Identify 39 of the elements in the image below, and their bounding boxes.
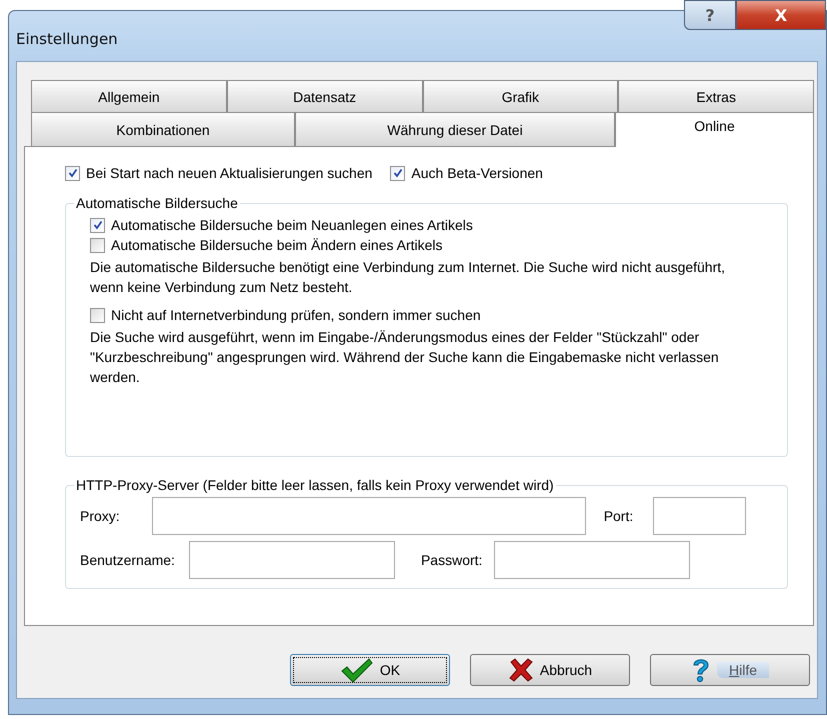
info-text: Die Suche wird ausgeführt, wenn im Eingabe-/Änderungsmodus eines der Felder "Stückzahl" oder "Kurzbeschreibung" angesprungen wird. Während der Suche kann die Eingabemaske nicht verlassen werden. xyxy=(90,328,720,387)
tab[interactable]: Grafik xyxy=(422,80,618,113)
checkbox[interactable]: Automatische Bildersuche beim Neuanlegen eines Artikels xyxy=(90,217,777,233)
help-button[interactable]: Hilfe xyxy=(650,654,810,686)
input-field[interactable] xyxy=(653,497,746,535)
checkbox-label: Automatische Bildersuche beim Neuanlegen eines Artikels xyxy=(111,217,473,233)
field-label: Port: xyxy=(604,508,634,524)
window-title: Einstellungen xyxy=(16,30,118,48)
input-field[interactable] xyxy=(152,497,586,535)
checkbox-box[interactable] xyxy=(90,238,105,252)
tab[interactable]: Kombinationen xyxy=(31,112,295,146)
question-mark-icon xyxy=(691,657,711,683)
field-label: Proxy: xyxy=(80,508,120,524)
field-label: Passwort: xyxy=(420,552,482,568)
checkbox-label: Automatische Bildersuche beim Ändern eines Artikels xyxy=(111,237,443,253)
tab[interactable]: Allgemein xyxy=(31,80,227,113)
checkbox-box[interactable] xyxy=(90,218,105,232)
field-label: Benutzername: xyxy=(80,552,175,568)
checkbox[interactable]: Nicht auf Internetverbindung prüfen, sondern immer suchen xyxy=(90,307,777,323)
input-field[interactable] xyxy=(188,541,395,579)
checkbox-box[interactable] xyxy=(390,166,406,180)
close-button[interactable]: X xyxy=(736,0,826,30)
checkmark-icon xyxy=(340,657,374,683)
group-title: HTTP-Proxy-Server (Felder bitte leer lassen, falls kein Proxy verwendet wird) xyxy=(75,477,555,493)
checkbox-box[interactable] xyxy=(90,308,105,322)
cross-icon xyxy=(508,657,534,683)
help-button[interactable]: ? xyxy=(684,0,736,30)
checkbox-label: Nicht auf Internetverbindung prüfen, sondern immer suchen xyxy=(111,307,481,323)
ok-button[interactable]: OK xyxy=(290,654,450,686)
info-text: Die automatische Bildersuche benötigt eine Verbindung zum Internet. Die Suche wird nicht ausgeführt, wenn keine Verbindung zum Netz besteht. xyxy=(90,258,726,297)
tab[interactable]: Währung dieser Datei xyxy=(295,112,615,146)
checkbox[interactable]: Automatische Bildersuche beim Ändern eines Artikels xyxy=(90,237,777,253)
input-field[interactable] xyxy=(494,541,690,579)
cancel-button[interactable]: Abbruch xyxy=(470,654,630,686)
tab[interactable]: Datensatz xyxy=(226,80,422,113)
group-title: Automatische Bildersuche xyxy=(75,195,239,211)
checkbox-box[interactable] xyxy=(65,166,80,180)
tab[interactable]: Online xyxy=(615,112,814,147)
tab[interactable]: Extras xyxy=(618,80,814,113)
